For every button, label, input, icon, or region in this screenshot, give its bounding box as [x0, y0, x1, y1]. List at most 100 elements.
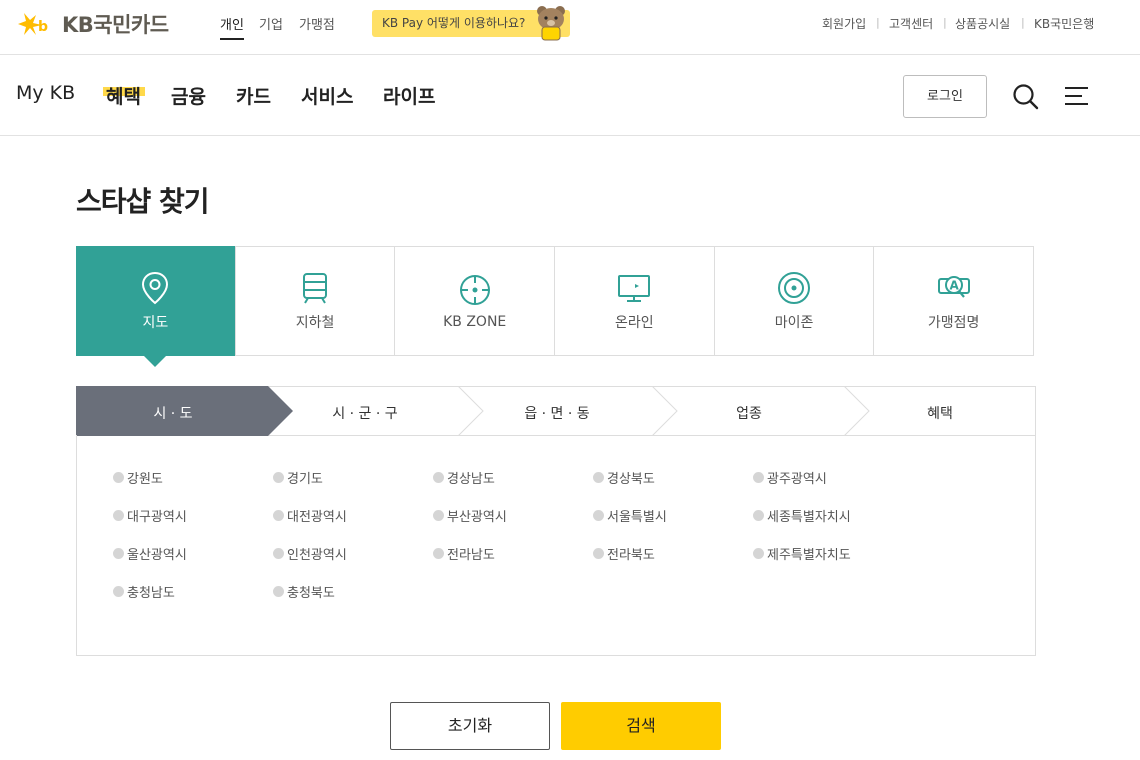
region-label: 대구광역시 — [127, 510, 187, 525]
radio-dot-icon — [273, 586, 284, 597]
radio-dot-icon — [433, 472, 444, 483]
region-label: 서울특별시 — [607, 510, 667, 525]
util-divider: | — [943, 16, 947, 29]
region-item[interactable]: 제주특별자치도 — [753, 544, 851, 563]
region-item[interactable]: 경기도 — [273, 468, 323, 487]
region-item[interactable]: 전라북도 — [593, 544, 655, 563]
util-link-customer-center[interactable]: 고객센터 — [889, 15, 933, 32]
region-list: 강원도 경기도 경상남도 경상북도 광주광역시 대구광역시 대전광역시 부산광역… — [76, 435, 1036, 656]
search-icon[interactable] — [1012, 83, 1040, 111]
radio-dot-icon — [753, 472, 764, 483]
util-divider: | — [1021, 16, 1025, 29]
region-label: 강원도 — [127, 472, 163, 487]
step-province[interactable]: 시 · 도 — [113, 403, 233, 423]
step-city-county[interactable]: 시 · 군 · 구 — [305, 403, 425, 423]
tab-subway[interactable]: 지하철 — [234, 247, 395, 355]
radio-dot-icon — [433, 548, 444, 559]
step-town[interactable]: 읍 · 면 · 동 — [497, 403, 617, 423]
step-business-type[interactable]: 업종 — [689, 403, 809, 423]
tab-label: 온라인 — [615, 314, 654, 331]
region-item[interactable]: 대구광역시 — [113, 506, 187, 525]
segment-personal[interactable]: 개인 — [220, 14, 244, 40]
region-label: 부산광역시 — [447, 510, 507, 525]
segment-merchant[interactable]: 가맹점 — [299, 14, 335, 33]
nav-benefits-label-overlay: 혜택 — [106, 86, 141, 108]
nav-finance[interactable]: 금융 — [171, 82, 206, 109]
util-link-product-disclosure[interactable]: 상품공시실 — [955, 15, 1010, 32]
tab-label: 가맹점명 — [927, 314, 980, 331]
tab-kb-zone[interactable]: KB ZONE — [394, 247, 554, 355]
tab-merchant-name[interactable]: A 가맹점명 — [873, 247, 1033, 355]
radio-dot-icon — [433, 510, 444, 521]
location-steps: 시 · 도 시 · 군 · 구 읍 · 면 · 동 업종 혜택 — [76, 386, 1036, 436]
main-navigation: My KB 혜택 금융 카드 서비스 라이프 로그인 — [0, 55, 1140, 136]
reset-button[interactable]: 초기화 — [390, 702, 550, 750]
radio-dot-icon — [753, 510, 764, 521]
myzone-icon — [778, 271, 811, 304]
page-title: 스타샵 찾기 — [76, 185, 210, 218]
step-benefit[interactable]: 혜택 — [880, 403, 1000, 423]
radio-dot-icon — [273, 548, 284, 559]
nav-service[interactable]: 서비스 — [301, 82, 353, 109]
monitor-icon — [618, 274, 651, 302]
region-label: 울산광역시 — [127, 548, 187, 563]
region-item[interactable]: 세종특별자치시 — [753, 506, 851, 525]
svg-text:b: b — [38, 19, 48, 35]
radio-dot-icon — [113, 510, 124, 521]
search-type-tabs: 지도 지하철 KB ZONE 온라인 마이존 A 가맹점명 — [76, 246, 1034, 367]
region-item[interactable]: 부산광역시 — [433, 506, 507, 525]
region-label: 세종특별자치시 — [767, 510, 851, 525]
radio-dot-icon — [113, 548, 124, 559]
region-label: 전라남도 — [447, 548, 495, 563]
region-item[interactable]: 경상북도 — [593, 468, 655, 487]
bear-mascot-icon — [537, 6, 565, 41]
util-link-signup[interactable]: 회원가입 — [822, 15, 866, 32]
subway-icon — [303, 272, 327, 304]
region-item[interactable]: 전라남도 — [433, 544, 495, 563]
kb-star-icon: b — [18, 13, 48, 35]
tab-myzone[interactable]: 마이존 — [713, 247, 874, 355]
segment-business[interactable]: 기업 — [259, 14, 283, 33]
region-item[interactable]: 경상남도 — [433, 468, 495, 487]
region-label: 전라북도 — [607, 548, 655, 563]
target-icon — [459, 274, 490, 305]
region-item[interactable]: 대전광역시 — [273, 506, 347, 525]
tab-label: 마이존 — [774, 314, 814, 331]
menu-icon[interactable] — [1064, 85, 1090, 109]
radio-dot-icon — [593, 548, 604, 559]
util-link-kb-bank[interactable]: KB국민은행 — [1034, 15, 1094, 32]
radio-dot-icon — [753, 548, 764, 559]
kb-logo[interactable]: b KB국민카드 — [16, 10, 169, 38]
region-item[interactable]: 울산광역시 — [113, 544, 187, 563]
tab-online[interactable]: 온라인 — [554, 247, 714, 355]
nav-card[interactable]: 카드 — [236, 82, 271, 109]
logo-text: KB국민카드 — [62, 13, 169, 37]
region-label: 경상북도 — [607, 472, 655, 487]
radio-dot-icon — [113, 472, 124, 483]
nav-my-kb[interactable]: My KB — [16, 82, 75, 104]
region-label: 제주특별자치도 — [767, 548, 851, 563]
search-button[interactable]: 검색 — [561, 702, 721, 750]
util-divider: | — [876, 16, 880, 29]
region-item[interactable]: 인천광역시 — [273, 544, 347, 563]
region-item[interactable]: 서울특별시 — [593, 506, 667, 525]
login-button[interactable]: 로그인 — [903, 75, 987, 118]
kb-pay-banner-text: KB Pay 어떻게 이용하나요? — [382, 16, 526, 30]
top-utility-bar: b KB국민카드 개인 기업 가맹점 KB Pay 어떻게 이용하나요? 회원가… — [0, 0, 1140, 55]
tab-map[interactable]: 지도 — [76, 246, 235, 367]
map-pin-icon — [142, 271, 169, 304]
nav-life[interactable]: 라이프 — [383, 82, 435, 109]
region-item[interactable]: 강원도 — [113, 468, 163, 487]
region-item[interactable]: 광주광역시 — [753, 468, 827, 487]
radio-dot-icon — [113, 586, 124, 597]
radio-dot-icon — [593, 510, 604, 521]
radio-dot-icon — [593, 472, 604, 483]
tab-label: 지도 — [142, 314, 169, 331]
region-label: 충청남도 — [127, 586, 175, 601]
radio-dot-icon — [273, 472, 284, 483]
svg-text:A: A — [949, 278, 959, 292]
region-item[interactable]: 충청남도 — [113, 582, 175, 601]
region-label: 인천광역시 — [287, 548, 347, 563]
region-item[interactable]: 충청북도 — [273, 582, 335, 601]
region-label: 경기도 — [287, 472, 323, 487]
